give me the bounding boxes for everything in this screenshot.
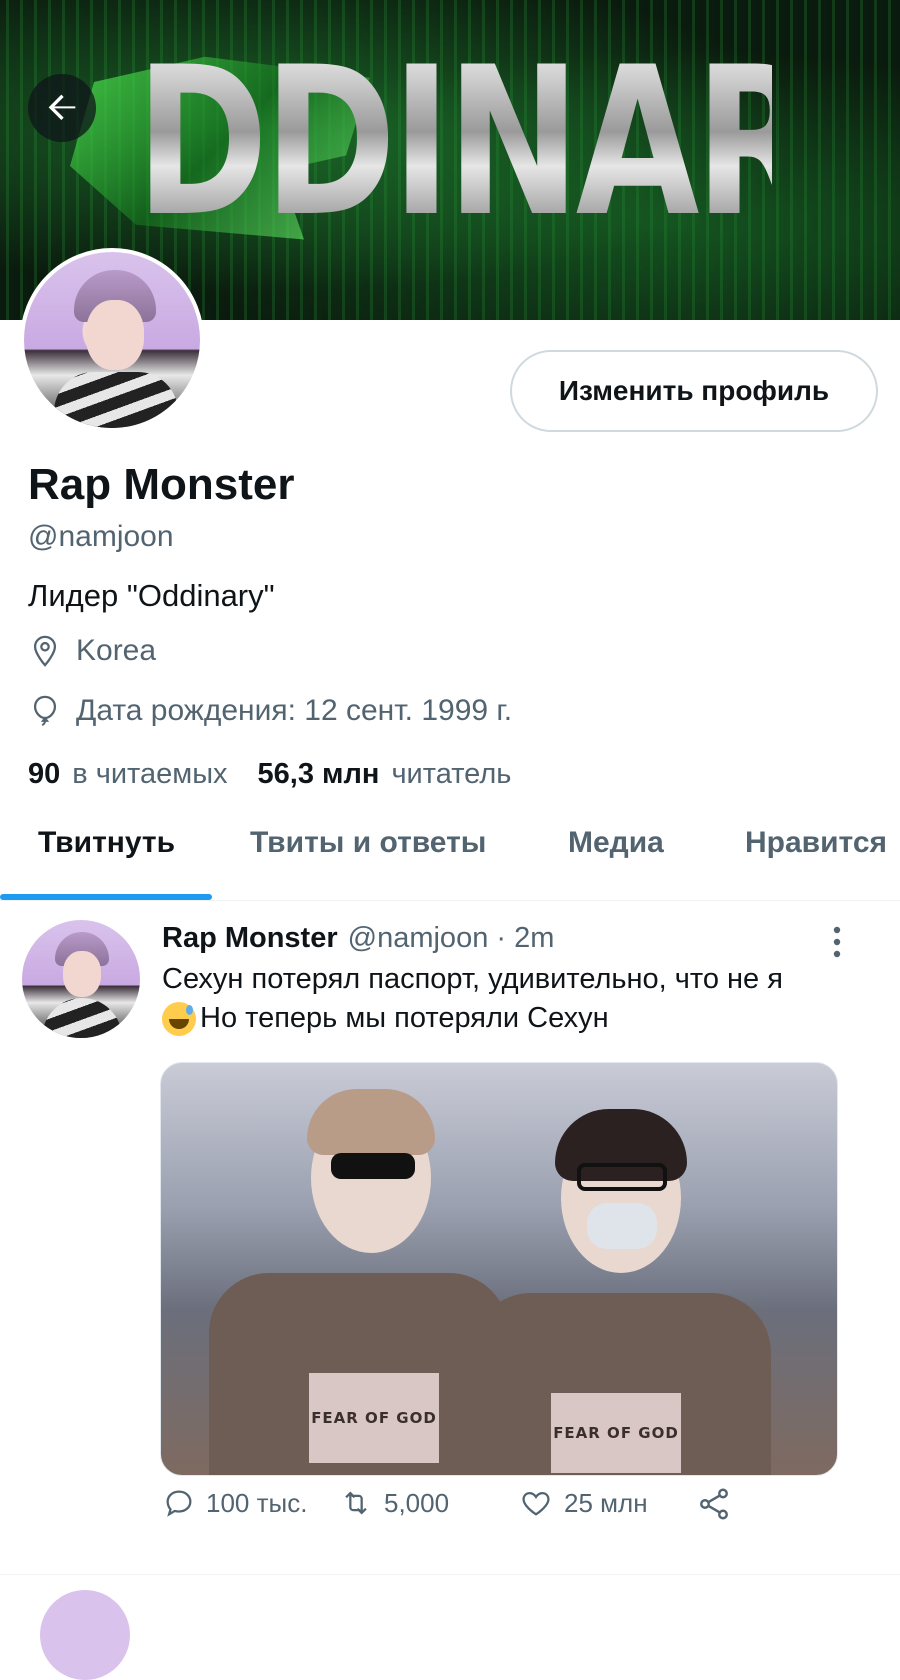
profile-bio: Лидер "Oddinary" (28, 578, 275, 613)
tweet-avatar[interactable] (22, 920, 140, 1038)
profile-handle: @namjoon (28, 520, 174, 553)
followers-count[interactable]: 56,3 млн (258, 758, 380, 791)
tab-tweets-replies[interactable]: Твиты и ответы (250, 826, 486, 860)
heart-icon (522, 1491, 550, 1516)
retweet-button[interactable]: 5,000 (338, 1486, 449, 1520)
back-button[interactable] (28, 74, 96, 142)
tweet-text: Сехун потерял паспорт, удивительно, что … (162, 960, 862, 1038)
tweet-text-line-1: Сехун потерял паспорт, удивительно, что … (162, 963, 783, 995)
tweet-handle-time: @namjoon · 2m (347, 922, 555, 954)
tweet-more-button[interactable] (824, 922, 850, 962)
tweet-text-line-2: Но теперь мы потеряли Сехун (200, 1002, 609, 1034)
following-label[interactable]: в читаемых (72, 758, 227, 791)
more-vertical-icon (833, 926, 841, 958)
profile-name: Rap Monster (28, 460, 295, 509)
profile-avatar[interactable] (20, 248, 204, 432)
arrow-left-icon (48, 94, 76, 120)
retweet-icon (345, 1491, 367, 1515)
sweat-smile-emoji-icon (162, 1001, 196, 1036)
following-count[interactable]: 90 (28, 758, 60, 791)
edit-profile-button[interactable]: Изменить профиль (510, 350, 878, 432)
tweet[interactable]: Rap Monster @namjoon · 2m Сехун потерял … (0, 902, 900, 1575)
birthday-text: Дата рождения: 12 сент. 1999 г. (76, 694, 513, 727)
reply-count: 100 тыс. (206, 1487, 308, 1518)
location-text: Korea (76, 634, 157, 667)
tweet-actions: 100 тыс. 5,000 25 млн (0, 1486, 900, 1546)
balloon-icon (33, 695, 57, 727)
retweet-count: 5,000 (384, 1487, 450, 1518)
tab-tweets[interactable]: Твитнуть (38, 826, 175, 860)
tweet-header: Rap Monster @namjoon · 2m (162, 922, 554, 955)
reply-button[interactable]: 100 тыс. (162, 1486, 307, 1520)
location-pin-icon (33, 635, 57, 667)
profile-tabs: Твитнуть Твиты и ответы Медиа Нравится (0, 806, 900, 901)
like-button[interactable]: 25 млн (518, 1486, 648, 1520)
tab-likes[interactable]: Нравится (745, 826, 887, 860)
like-count: 25 млн (564, 1487, 648, 1518)
next-tweet-avatar[interactable] (40, 1590, 130, 1680)
shirt-print-left: FEAR OF GOD (309, 1373, 439, 1463)
shirt-print-right: FEAR OF GOD (551, 1393, 681, 1473)
reply-icon (166, 1490, 192, 1517)
active-tab-indicator (0, 894, 212, 900)
profile-location: Korea (28, 634, 156, 668)
share-icon (700, 1488, 728, 1520)
tab-media[interactable]: Медиа (568, 826, 664, 860)
followers-label[interactable]: читатель (391, 758, 511, 791)
tweet-author-name[interactable]: Rap Monster (162, 922, 338, 955)
tweet-photo[interactable]: FEAR OF GOD FEAR OF GOD (160, 1062, 838, 1476)
follow-stats: 90 в читаемых 56,3 млн читатель (28, 758, 541, 791)
profile-birthday: Дата рождения: 12 сент. 1999 г. (28, 694, 512, 728)
share-button[interactable] (696, 1486, 742, 1522)
banner-title: ODDINARY (4, 24, 900, 262)
